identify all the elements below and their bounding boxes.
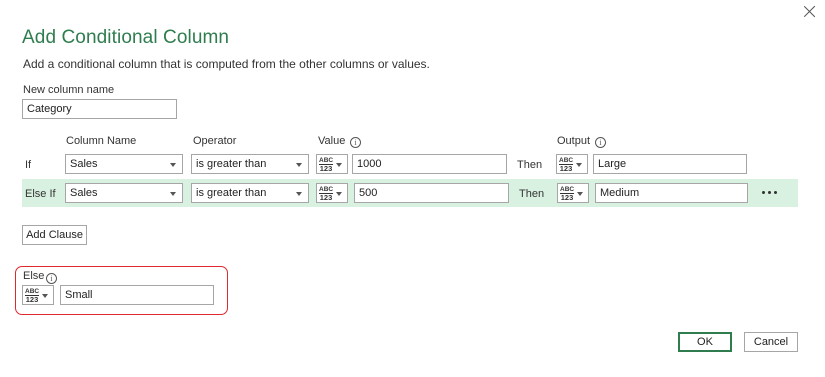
chevron-down-icon: [296, 163, 302, 167]
cancel-button[interactable]: Cancel: [744, 332, 798, 352]
chevron-down-icon: [296, 192, 302, 196]
column-name-value: Sales: [70, 187, 98, 199]
operator-header: Operator: [193, 135, 237, 147]
operator-value: is greater than: [196, 158, 267, 170]
value-input[interactable]: 1000: [352, 154, 507, 174]
chevron-down-icon: [336, 192, 342, 196]
else-value-input[interactable]: Small: [60, 285, 214, 305]
value-info-icon[interactable]: i: [350, 137, 361, 148]
value-input[interactable]: 500: [354, 183, 509, 203]
else-type-selector[interactable]: ABC 123: [22, 285, 54, 305]
value-type-selector[interactable]: ABC 123: [316, 154, 348, 174]
chevron-down-icon: [170, 163, 176, 167]
output-header: Output: [557, 135, 591, 147]
chevron-down-icon: [577, 192, 583, 196]
dialog-description: Add a conditional column that is compute…: [23, 57, 430, 71]
dialog-title: Add Conditional Column: [22, 27, 230, 48]
output-type-selector[interactable]: ABC 123: [556, 154, 588, 174]
ok-button[interactable]: OK: [678, 332, 732, 352]
clause-prefix: If: [25, 159, 32, 171]
chevron-down-icon: [170, 192, 176, 196]
type-selector-icon: ABC 123: [319, 157, 334, 173]
add-clause-button[interactable]: Add Clause: [22, 225, 87, 245]
output-input[interactable]: Medium: [595, 183, 748, 203]
new-column-name-input[interactable]: Category: [22, 99, 177, 119]
else-info-icon[interactable]: i: [46, 273, 57, 284]
output-input[interactable]: Large: [593, 154, 747, 174]
value-type-selector[interactable]: ABC 123: [316, 183, 348, 203]
then-label: Then: [517, 159, 543, 171]
type-selector-icon: ABC 123: [25, 288, 40, 304]
column-name-header: Column Name: [66, 135, 137, 147]
chevron-down-icon: [576, 163, 582, 167]
type-selector-icon: ABC 123: [560, 186, 575, 202]
value-header: Value: [318, 135, 346, 147]
clause-prefix: Else If: [25, 188, 56, 200]
else-label: Else: [23, 270, 45, 282]
operator-value: is greater than: [196, 187, 267, 199]
new-column-name-label: New column name: [23, 84, 115, 96]
more-options-icon[interactable]: [760, 185, 780, 199]
type-selector-icon: ABC 123: [559, 157, 574, 173]
column-name-value: Sales: [70, 158, 98, 170]
chevron-down-icon: [42, 294, 48, 298]
column-name-dropdown[interactable]: Sales: [65, 154, 183, 174]
close-icon[interactable]: [802, 4, 818, 20]
column-name-dropdown[interactable]: Sales: [65, 183, 183, 203]
then-label: Then: [519, 188, 545, 200]
output-info-icon[interactable]: i: [595, 137, 606, 148]
operator-dropdown[interactable]: is greater than: [191, 154, 309, 174]
operator-dropdown[interactable]: is greater than: [191, 183, 309, 203]
output-type-selector[interactable]: ABC 123: [557, 183, 589, 203]
chevron-down-icon: [336, 163, 342, 167]
type-selector-icon: ABC 123: [319, 186, 334, 202]
